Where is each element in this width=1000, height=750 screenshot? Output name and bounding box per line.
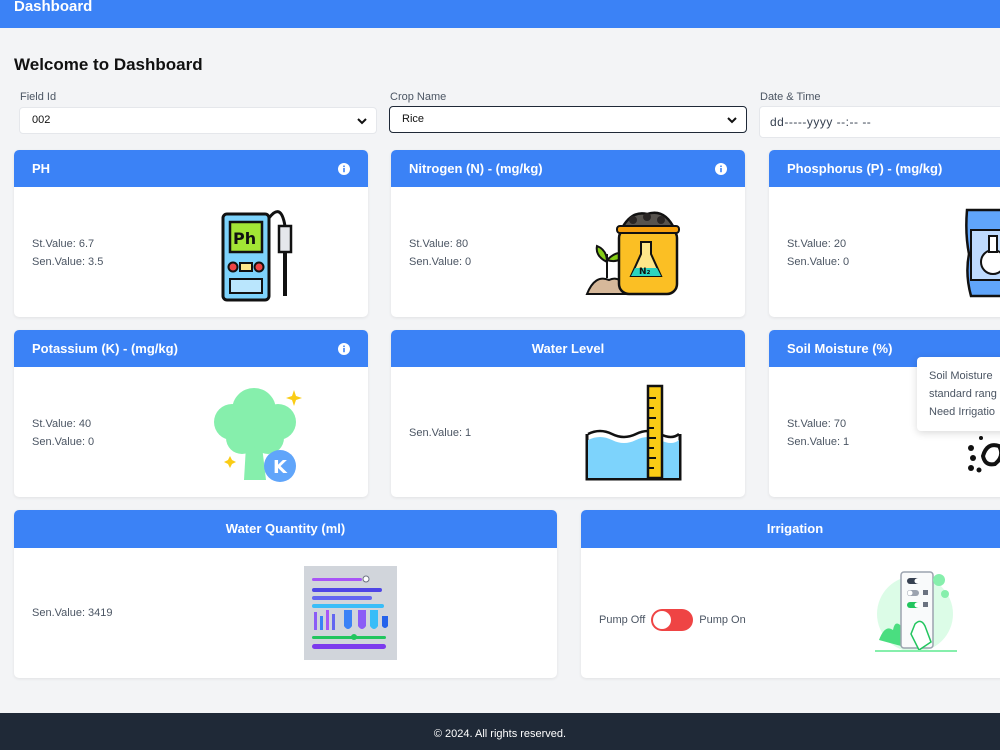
phosphorus-card-header: Phosphorus (P) - (mg/kg) — [769, 150, 1000, 187]
ph-st-value: St.Value: 6.7 — [32, 238, 95, 250]
potassium-sen-value: Sen.Value: 0 — [32, 436, 95, 448]
nitrogen-sen-value: Sen.Value: 0 — [409, 256, 472, 268]
svg-text:K: K — [273, 457, 288, 478]
chevron-down-icon — [357, 118, 367, 125]
nitrogen-card-title: Nitrogen (N) - (mg/kg) — [409, 161, 543, 176]
phosphorus-card: Phosphorus (P) - (mg/kg) St.Value: 20 Se… — [769, 150, 1000, 317]
water-level-sen-value: Sen.Value: 1 — [409, 427, 472, 439]
date-time-label: Date & Time — [760, 91, 821, 103]
phosphorus-st-value: St.Value: 20 — [787, 238, 847, 250]
ph-meter-icon: Ph — [221, 210, 293, 302]
irrigation-card-title: Irrigation — [766, 521, 824, 536]
water-level-card: Water Level Sen.Value: 1 — [391, 330, 745, 497]
fertilizer-bag-icon: N₂ — [585, 211, 680, 296]
soil-moisture-tooltip: Soil Moisture standard rang Need Irrigat… — [917, 357, 1000, 431]
soil-moisture-st-value: St.Value: 70 — [787, 418, 847, 430]
info-icon[interactable] — [338, 343, 350, 355]
crop-name-value: Rice — [402, 113, 425, 125]
footer: © 2024. All rights reserved. — [0, 713, 1000, 750]
toggle-knob — [653, 611, 672, 629]
crop-name-select[interactable]: Rice — [389, 106, 747, 133]
pump-on-label: Pump On — [699, 614, 746, 626]
chevron-down-icon — [727, 117, 737, 124]
water-level-card-header: Water Level — [391, 330, 745, 367]
nitrogen-card-header: Nitrogen (N) - (mg/kg) — [391, 150, 745, 187]
nitrogen-card: Nitrogen (N) - (mg/kg) St.Value: 80 Sen.… — [391, 150, 745, 317]
pump-off-label: Pump Off — [599, 614, 646, 626]
brand-title[interactable]: Dashboard — [14, 0, 92, 16]
pump-control: Pump Off Pump On — [599, 609, 746, 631]
ph-card: PH St.Value: 6.7 Sen.Value: 3.5 Ph — [14, 150, 368, 317]
footer-copyright: © 2024. All rights reserved. — [433, 728, 567, 740]
water-level-card-title: Water Level — [531, 341, 605, 356]
nitrogen-st-value: St.Value: 80 — [409, 238, 469, 250]
field-id-value: 002 — [32, 114, 51, 126]
date-time-input[interactable]: dd-----yyyy --:-- -- — [759, 106, 1000, 138]
pump-toggle[interactable] — [651, 609, 694, 631]
soil-moisture-card-title: Soil Moisture (%) — [787, 341, 893, 356]
irrigation-card-header: Irrigation — [581, 510, 1000, 548]
phosphorus-card-title: Phosphorus (P) - (mg/kg) — [787, 161, 943, 176]
phosphorus-bag-icon — [965, 208, 1000, 298]
ph-card-header: PH — [14, 150, 368, 187]
tooltip-line-1: Soil Moisture — [929, 370, 993, 382]
potassium-card-header: Potassium (K) - (mg/kg) — [14, 330, 368, 367]
tooltip-line-3: Need Irrigatio — [929, 406, 996, 418]
potassium-card: Potassium (K) - (mg/kg) St.Value: 40 Sen… — [14, 330, 368, 497]
lab-equipment-icon — [304, 566, 397, 660]
ph-card-title: PH — [32, 161, 51, 176]
crop-name-label: Crop Name — [390, 91, 447, 103]
potassium-st-value: St.Value: 40 — [32, 418, 92, 430]
soil-moisture-sen-value: Sen.Value: 1 — [787, 436, 850, 448]
phosphorus-sen-value: Sen.Value: 0 — [787, 256, 850, 268]
info-icon[interactable] — [338, 163, 350, 175]
water-level-icon — [585, 384, 682, 481]
page-title: Welcome to Dashboard — [14, 55, 203, 74]
broccoli-icon: K — [214, 388, 302, 482]
field-id-select[interactable]: 002 — [19, 107, 377, 134]
top-bar: Dashboard — [0, 0, 1000, 28]
water-quantity-card-title: Water Quantity (ml) — [225, 521, 346, 536]
soil-icon — [968, 436, 1000, 473]
ph-sen-value: Sen.Value: 3.5 — [32, 256, 104, 268]
svg-text:N₂: N₂ — [639, 267, 651, 277]
field-id-label: Field Id — [20, 91, 57, 103]
info-icon[interactable] — [715, 163, 727, 175]
potassium-card-title: Potassium (K) - (mg/kg) — [32, 341, 178, 356]
svg-text:Ph: Ph — [233, 229, 256, 248]
water-quantity-card-header: Water Quantity (ml) — [14, 510, 557, 548]
tooltip-line-2: standard rang — [929, 388, 997, 400]
water-quantity-sen-value: Sen.Value: 3419 — [32, 607, 113, 619]
water-quantity-card: Water Quantity (ml) Sen.Value: 3419 — [14, 510, 557, 678]
irrigation-card: Irrigation Pump Off Pump On — [581, 510, 1000, 678]
control-panel-icon — [875, 571, 957, 652]
